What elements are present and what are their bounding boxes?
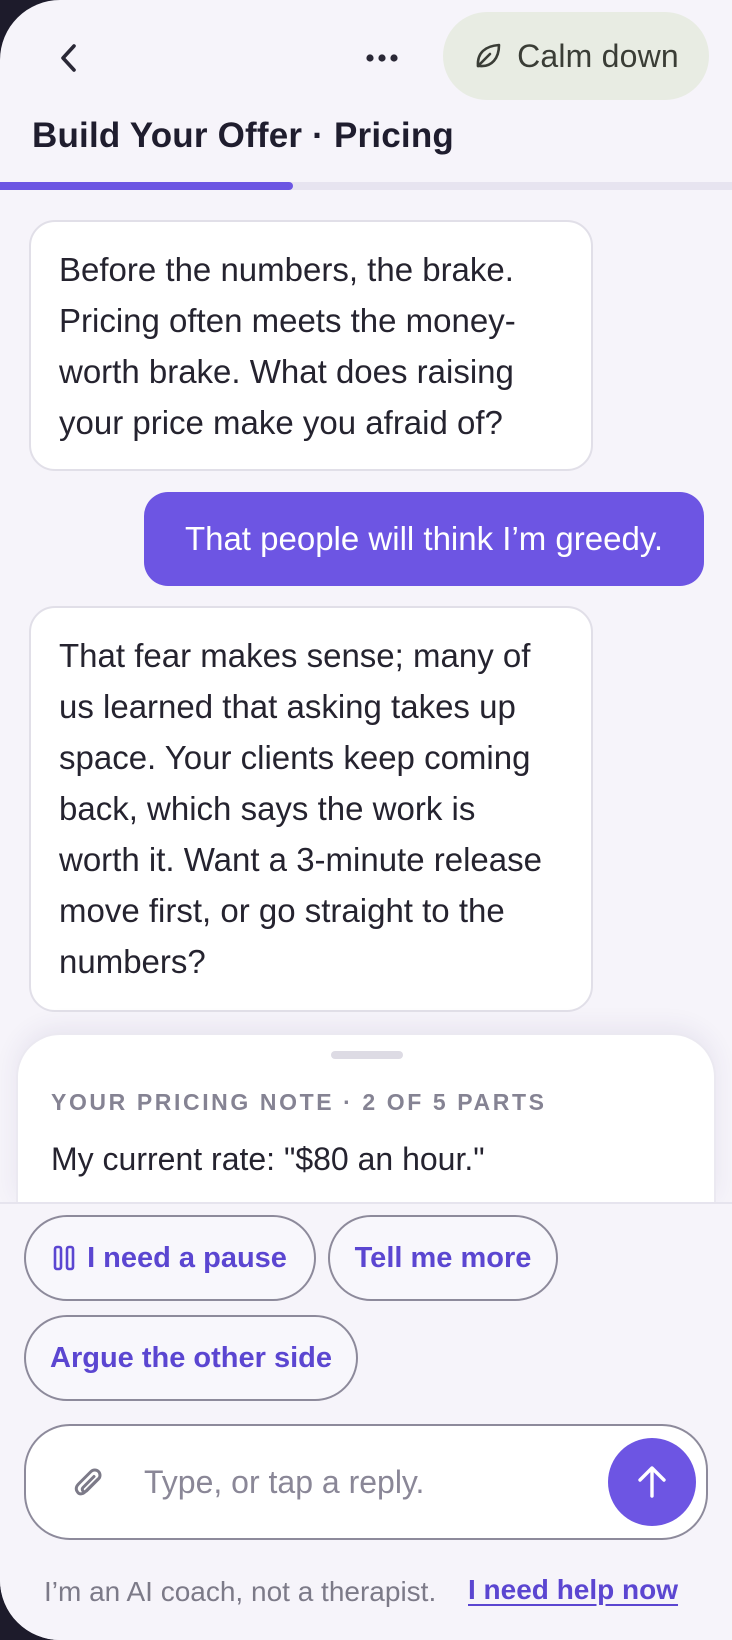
app-screen: Calm down Build Your Offer · Pricing Bef… (0, 0, 732, 1640)
send-button[interactable] (608, 1438, 696, 1526)
paperclip-icon (74, 1468, 102, 1496)
disclaimer: I’m an AI coach, not a therapist. (44, 1576, 437, 1607)
back-chevron-icon (61, 44, 76, 72)
coach-message: Before the numbers, the brake. Pricing o… (29, 220, 593, 471)
progress-fill (0, 182, 293, 190)
argue-other-side-chip[interactable]: Argue the other side (24, 1315, 358, 1401)
tell-me-more-chip[interactable]: Tell me more (328, 1215, 558, 1301)
more-options-button[interactable] (352, 30, 412, 86)
pause-chip-label: I need a pause (87, 1241, 287, 1274)
composer (24, 1424, 708, 1540)
pause-icon (53, 1245, 75, 1271)
progress-bar (0, 182, 732, 190)
help-now-link[interactable]: I need help now (468, 1574, 678, 1606)
page-title: Build Your Offer · Pricing (32, 116, 454, 155)
pause-chip[interactable]: I need a pause (24, 1215, 316, 1301)
pricing-note-text: My current rate: "$80 an hour." (51, 1141, 485, 1177)
message-input[interactable] (142, 1448, 586, 1516)
back-button[interactable] (40, 30, 96, 86)
more-dots-icon (366, 54, 398, 62)
coach-message: That fear makes sense; many of us learne… (29, 606, 593, 1012)
send-arrow-icon (638, 1466, 666, 1498)
user-message: That people will think I’m greedy. (144, 492, 704, 586)
attach-button[interactable] (60, 1454, 116, 1510)
pricing-note-sheet[interactable]: YOUR PRICING NOTE · 2 OF 5 PARTS My curr… (16, 1033, 716, 1203)
argue-other-side-label: Argue the other side (50, 1341, 332, 1374)
leaf-icon (476, 43, 501, 68)
tell-me-more-label: Tell me more (354, 1241, 532, 1274)
sheet-drag-handle[interactable] (331, 1051, 403, 1059)
calm-down-button[interactable]: Calm down (443, 12, 709, 100)
calm-down-label: Calm down (517, 37, 679, 74)
pricing-note-caption: YOUR PRICING NOTE · 2 OF 5 PARTS (51, 1089, 547, 1115)
